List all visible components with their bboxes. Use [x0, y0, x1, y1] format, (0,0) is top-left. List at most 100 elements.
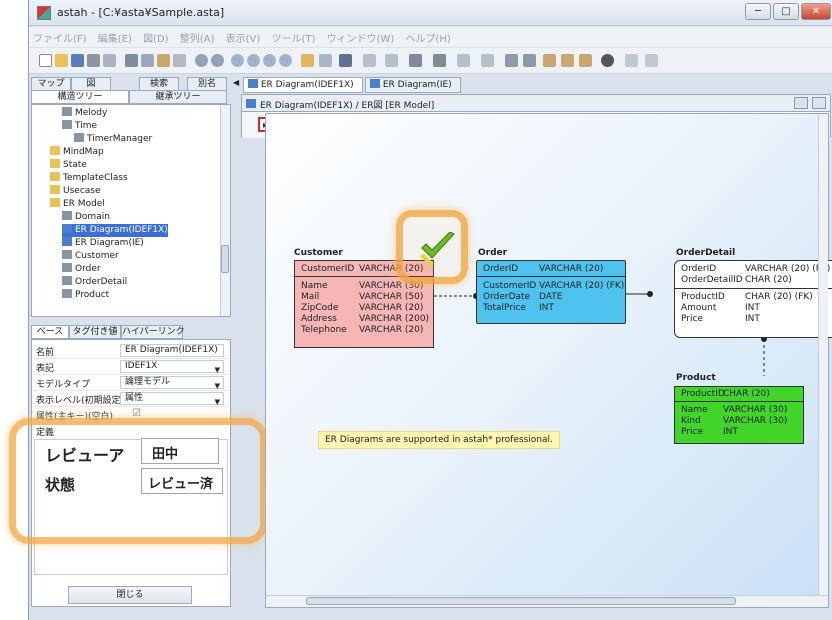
- tab-map[interactable]: マップ: [31, 77, 71, 91]
- canvas-horizontal-thumb[interactable]: [306, 597, 736, 605]
- tree-item[interactable]: MindMap: [50, 146, 104, 159]
- tree-item[interactable]: Usecase: [50, 185, 101, 198]
- display-level-select[interactable]: 属性 ▼: [120, 392, 224, 406]
- menu-file[interactable]: ファイル(F): [29, 27, 91, 45]
- paste-icon[interactable]: [157, 54, 170, 67]
- splitter-arrow-icon[interactable]: ◀: [233, 78, 239, 87]
- tree-item[interactable]: OrderDetail: [62, 276, 127, 289]
- zoom-out-icon[interactable]: [247, 54, 260, 67]
- distribute-icon[interactable]: [505, 54, 518, 67]
- delete-icon[interactable]: [173, 54, 186, 67]
- tree-item[interactable]: Product: [62, 289, 109, 302]
- menu-window[interactable]: ウィンドウ(W): [323, 27, 399, 45]
- shape-icon[interactable]: [625, 54, 638, 67]
- copy-icon[interactable]: [141, 54, 154, 67]
- tree-item[interactable]: Customer: [62, 250, 119, 263]
- zoom-reset-icon[interactable]: [279, 54, 292, 67]
- tree-scroll-thumb[interactable]: [221, 245, 229, 273]
- orderdetail-attribute-name: OrderID: [681, 264, 717, 274]
- property-key: 表記: [36, 364, 55, 374]
- fill-color-icon[interactable]: [409, 54, 422, 67]
- tab-diagram[interactable]: 図: [71, 77, 111, 91]
- tree-item[interactable]: Time: [62, 120, 97, 133]
- tree-item[interactable]: ER Model: [50, 198, 105, 211]
- maximize-diagram-button[interactable]: [812, 97, 826, 109]
- customer-attribute-name: CustomerID: [301, 264, 355, 274]
- menu-diagram[interactable]: 図(D): [139, 27, 173, 45]
- tab-hyperlink[interactable]: ハイパーリンク: [121, 325, 185, 339]
- cut-icon[interactable]: [125, 54, 138, 67]
- tab-inheritance-tree[interactable]: 継承ツリー: [129, 90, 227, 104]
- tree-item[interactable]: Order: [62, 263, 101, 276]
- menu-align[interactable]: 整列(A): [176, 27, 219, 45]
- diagram-name-field[interactable]: ER Diagram(IDEF1X): [120, 344, 224, 357]
- plugin-icon[interactable]: [601, 54, 614, 67]
- print-icon[interactable]: [87, 54, 100, 67]
- customer-attribute-name: Mail: [301, 292, 320, 302]
- menu-view[interactable]: 表示(V): [222, 27, 265, 45]
- tree-item[interactable]: ER Diagram(IDEF1X): [62, 224, 168, 237]
- note-icon[interactable]: [543, 54, 556, 67]
- order-attribute-type: DATE: [539, 292, 563, 302]
- maximize-button[interactable]: □: [773, 3, 799, 20]
- order-entity[interactable]: OrderID VARCHAR (20) CustomerID VARCHAR (20…: [476, 260, 626, 324]
- open-folder-icon[interactable]: [55, 54, 68, 67]
- diagram-canvas[interactable]: Customer CustomerID VARCHAR (20) Name VARCH…: [265, 113, 832, 608]
- new-file-icon[interactable]: [39, 54, 52, 67]
- menu-tool[interactable]: ツール(T): [267, 27, 319, 45]
- window-title: astah - [C:¥asta¥Sample.asta]: [57, 6, 225, 19]
- tree-item[interactable]: Domain: [62, 211, 110, 224]
- zoom-fit-icon[interactable]: [263, 54, 276, 67]
- tree-item[interactable]: ER Diagram(IE): [62, 237, 144, 250]
- tab-er-idef1x[interactable]: ER Diagram(IDEF1X): [243, 77, 363, 93]
- line-color-icon[interactable]: [433, 54, 446, 67]
- tab-search[interactable]: 検索: [139, 77, 179, 91]
- tree-item[interactable]: TimerManager: [74, 133, 152, 146]
- tab-er-ie[interactable]: ER Diagram(IE): [365, 77, 461, 93]
- tree-item[interactable]: TemplateClass: [50, 172, 128, 185]
- forward-icon[interactable]: [319, 54, 332, 67]
- tree-item-label: Time: [75, 121, 98, 131]
- canvas-vertical-scrollbar[interactable]: [818, 114, 828, 597]
- undo-icon[interactable]: [195, 54, 208, 67]
- tree-item-label: ER Model: [63, 199, 105, 209]
- tree-scrollbar[interactable]: [220, 105, 230, 316]
- tree-item[interactable]: State: [50, 159, 87, 172]
- tab-tagged-values[interactable]: タグ付き値: [69, 325, 121, 339]
- align-horizontal-icon[interactable]: [385, 54, 398, 67]
- back-icon[interactable]: [301, 54, 314, 67]
- diagram-header: ER Diagram(IDEF1X) / ER図 [ER Model]: [241, 94, 831, 112]
- line-end-icon[interactable]: [481, 54, 494, 67]
- orderdetail-entity[interactable]: OrderID VARCHAR (20) (FK) OrderDetailID CHA…: [674, 260, 832, 338]
- orderdetail-attribute-name: Price: [681, 314, 703, 324]
- minimize-button[interactable]: ─: [745, 3, 771, 20]
- zoom-in-icon[interactable]: [231, 54, 244, 67]
- customer-attribute-type: VARCHAR (50): [359, 292, 424, 302]
- line-style-icon[interactable]: [457, 54, 470, 67]
- tree-item[interactable]: Melody: [62, 107, 107, 120]
- orderdetail-attribute-type: CHAR (20) (FK): [745, 292, 813, 302]
- tab-base[interactable]: ベース: [31, 325, 69, 339]
- tree-item-label: OrderDetail: [75, 277, 128, 287]
- property-row: 名前 ER Diagram(IDEF1X): [34, 343, 230, 359]
- notation-select[interactable]: IDEF1X ▼: [120, 360, 224, 374]
- tab-alias[interactable]: 別名: [187, 77, 227, 91]
- product-entity[interactable]: ProductID CHAR (20) Name VARCHAR (30) Kind VA…: [674, 386, 804, 444]
- close-window-button[interactable]: ✕: [801, 3, 831, 20]
- tab-structure-tree[interactable]: 構造ツリー: [31, 90, 129, 104]
- image-icon[interactable]: [339, 54, 352, 67]
- model-type-select[interactable]: 論理モデル ▼: [120, 376, 224, 390]
- save-icon[interactable]: [71, 54, 84, 67]
- tree-node-icon: [62, 263, 72, 272]
- redo-icon[interactable]: [211, 54, 224, 67]
- close-panel-button[interactable]: 閉じる: [68, 586, 192, 604]
- connector-icon[interactable]: [645, 54, 658, 67]
- restore-diagram-button[interactable]: [794, 97, 808, 109]
- link-icon[interactable]: [561, 54, 574, 67]
- print-preview-icon[interactable]: [103, 54, 116, 67]
- align-vertical-icon[interactable]: [363, 54, 376, 67]
- menu-edit[interactable]: 編集(E): [94, 27, 136, 45]
- layout-icon[interactable]: [523, 54, 536, 67]
- menu-help[interactable]: ヘルプ(H): [401, 27, 454, 45]
- hyperlink-icon[interactable]: [579, 54, 592, 67]
